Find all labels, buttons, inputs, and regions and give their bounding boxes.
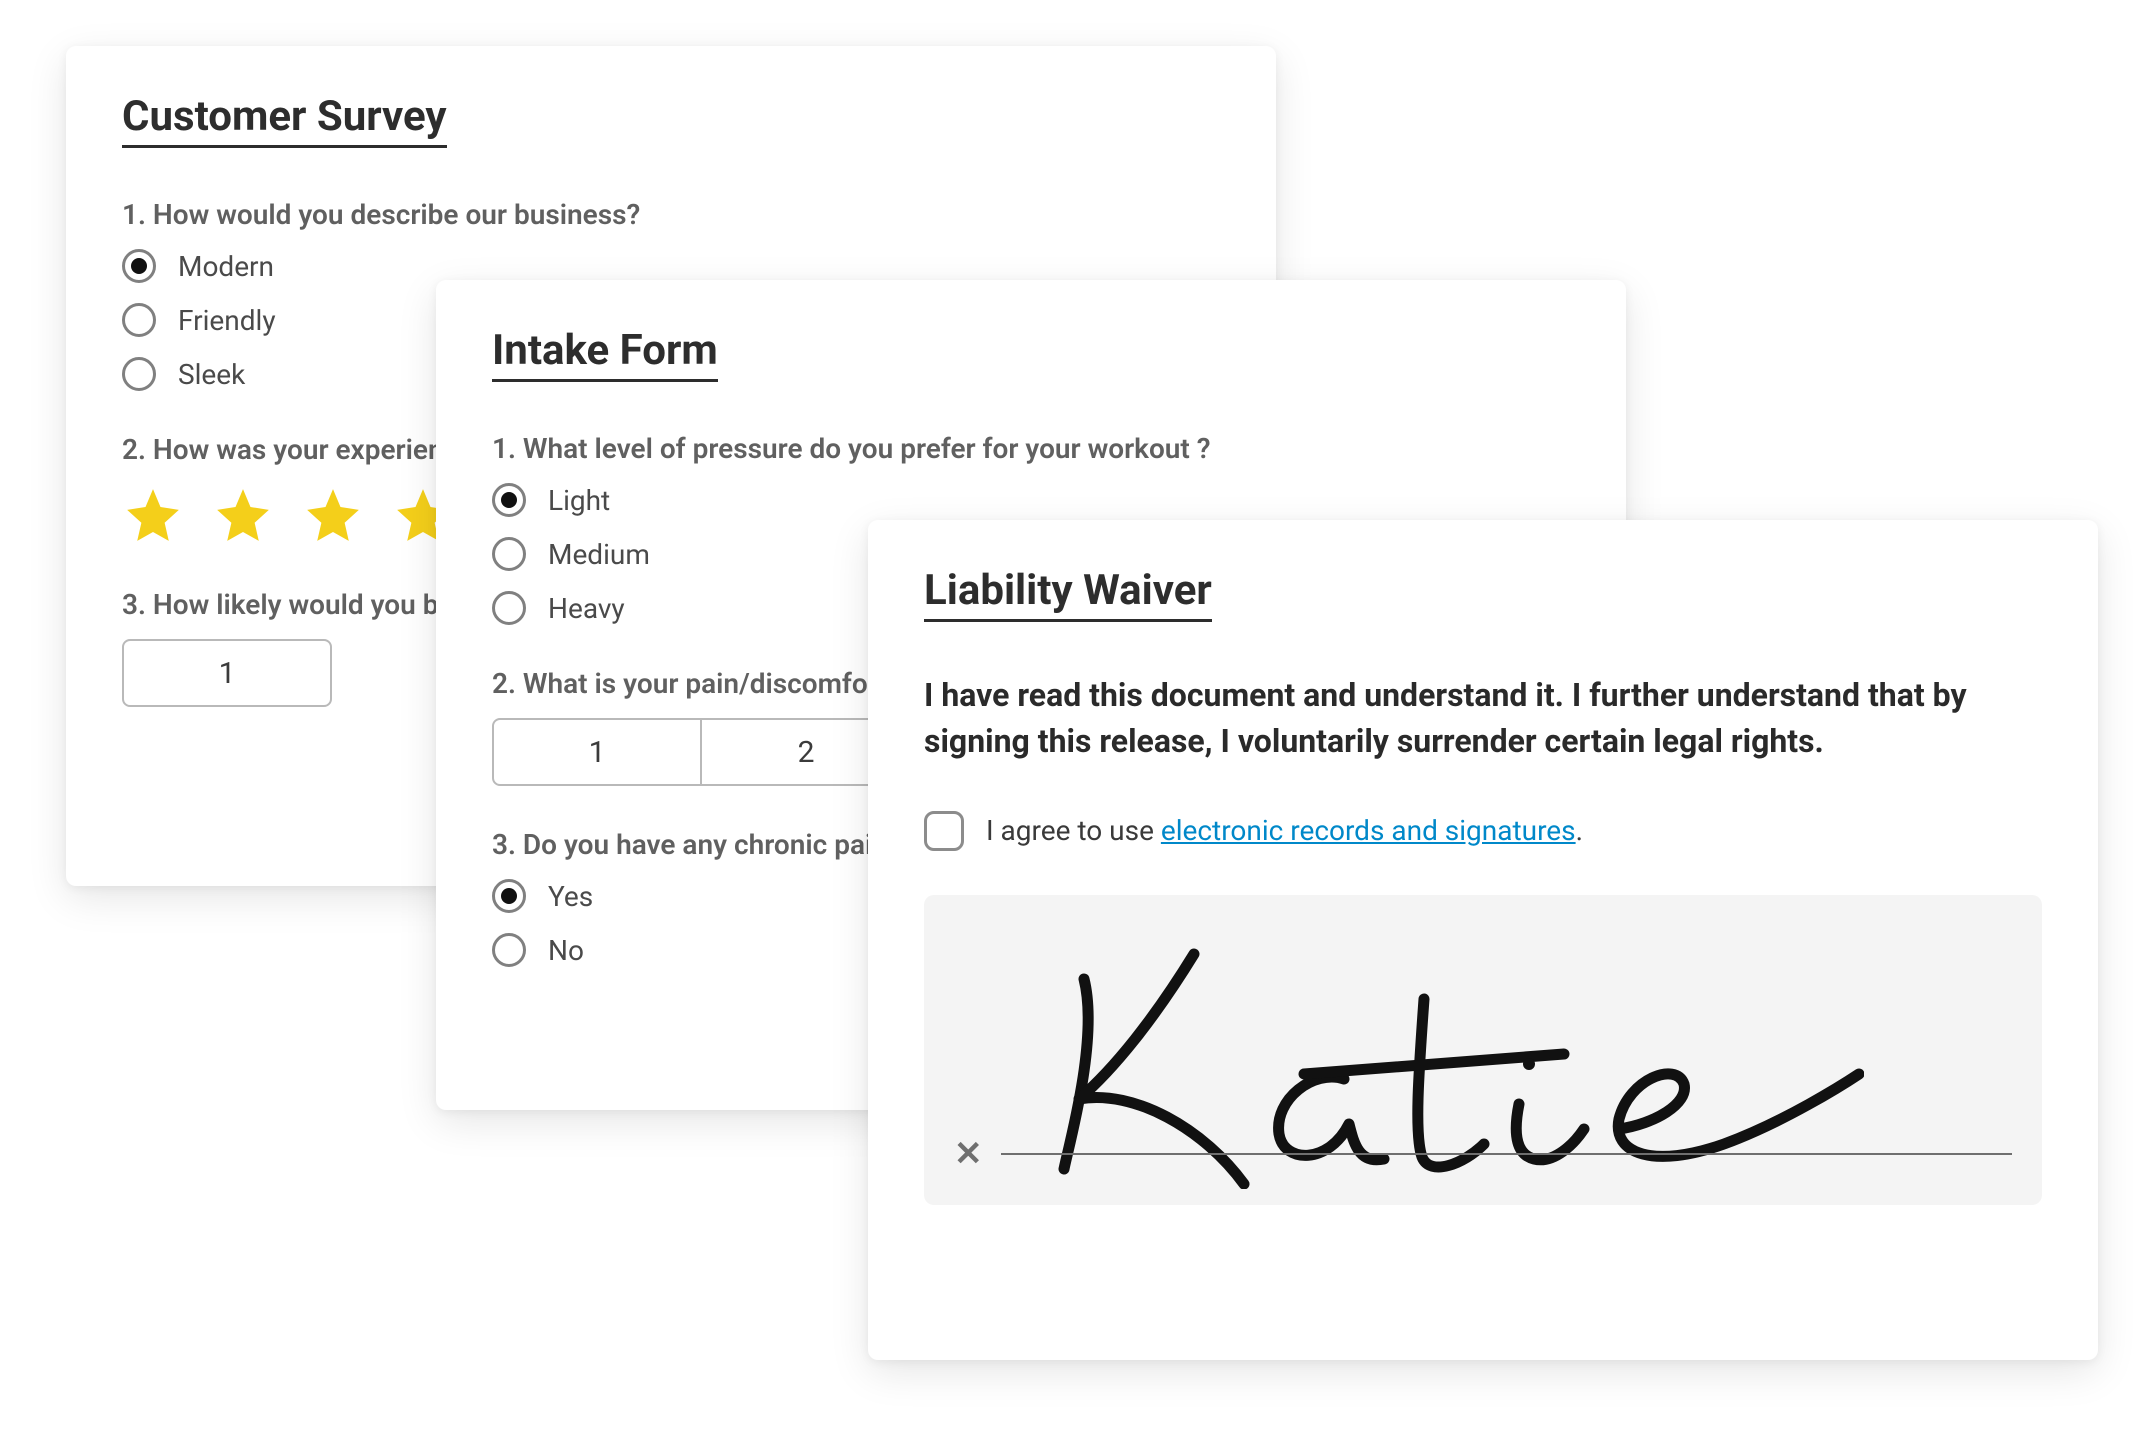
liability-waiver-card: Liability Waiver I have read this docume…: [868, 520, 2098, 1360]
radio-option-modern[interactable]: Modern: [122, 249, 1220, 283]
signature-line: [1001, 1153, 2013, 1155]
radio-label: Sleek: [178, 358, 245, 391]
signature-box[interactable]: ✕: [924, 895, 2042, 1205]
agree-row: I agree to use electronic records and si…: [924, 811, 2042, 851]
radio-icon: [492, 933, 526, 967]
agree-checkbox[interactable]: [924, 811, 964, 851]
radio-label: No: [548, 934, 584, 967]
agree-suffix: .: [1576, 814, 1583, 847]
radio-icon: [492, 591, 526, 625]
radio-label: Friendly: [178, 304, 276, 337]
agree-prefix: I agree to use: [986, 814, 1161, 847]
scale-cell-1[interactable]: 1: [492, 718, 702, 786]
radio-label: Heavy: [548, 592, 625, 625]
intake-form-title: Intake Form: [492, 326, 718, 382]
radio-label: Medium: [548, 538, 650, 571]
radio-label: Modern: [178, 250, 274, 283]
survey-q1-label: 1. How would you describe our business?: [122, 198, 1220, 231]
clear-signature-icon[interactable]: ✕: [954, 1137, 983, 1171]
radio-icon: [492, 879, 526, 913]
radio-option-light[interactable]: Light: [492, 483, 1570, 517]
waiver-body-text: I have read this document and understand…: [924, 672, 1994, 765]
radio-icon: [492, 537, 526, 571]
scale-cell-1[interactable]: 1: [122, 639, 332, 707]
star-icon: [302, 484, 364, 546]
agree-text: I agree to use electronic records and si…: [986, 814, 1583, 847]
stage: Customer Survey 1. How would you describ…: [0, 0, 2148, 1438]
radio-icon: [492, 483, 526, 517]
radio-label: Light: [548, 484, 610, 517]
intake-q1-label: 1. What level of pressure do you prefer …: [492, 432, 1570, 465]
electronic-records-link[interactable]: electronic records and signatures: [1161, 814, 1576, 847]
radio-icon: [122, 249, 156, 283]
radio-label: Yes: [548, 880, 593, 913]
star-icon: [212, 484, 274, 546]
radio-icon: [122, 303, 156, 337]
customer-survey-title: Customer Survey: [122, 92, 447, 148]
signature-line-row: ✕: [954, 1137, 2012, 1171]
radio-icon: [122, 357, 156, 391]
liability-waiver-title: Liability Waiver: [924, 566, 1212, 622]
star-icon: [122, 484, 184, 546]
